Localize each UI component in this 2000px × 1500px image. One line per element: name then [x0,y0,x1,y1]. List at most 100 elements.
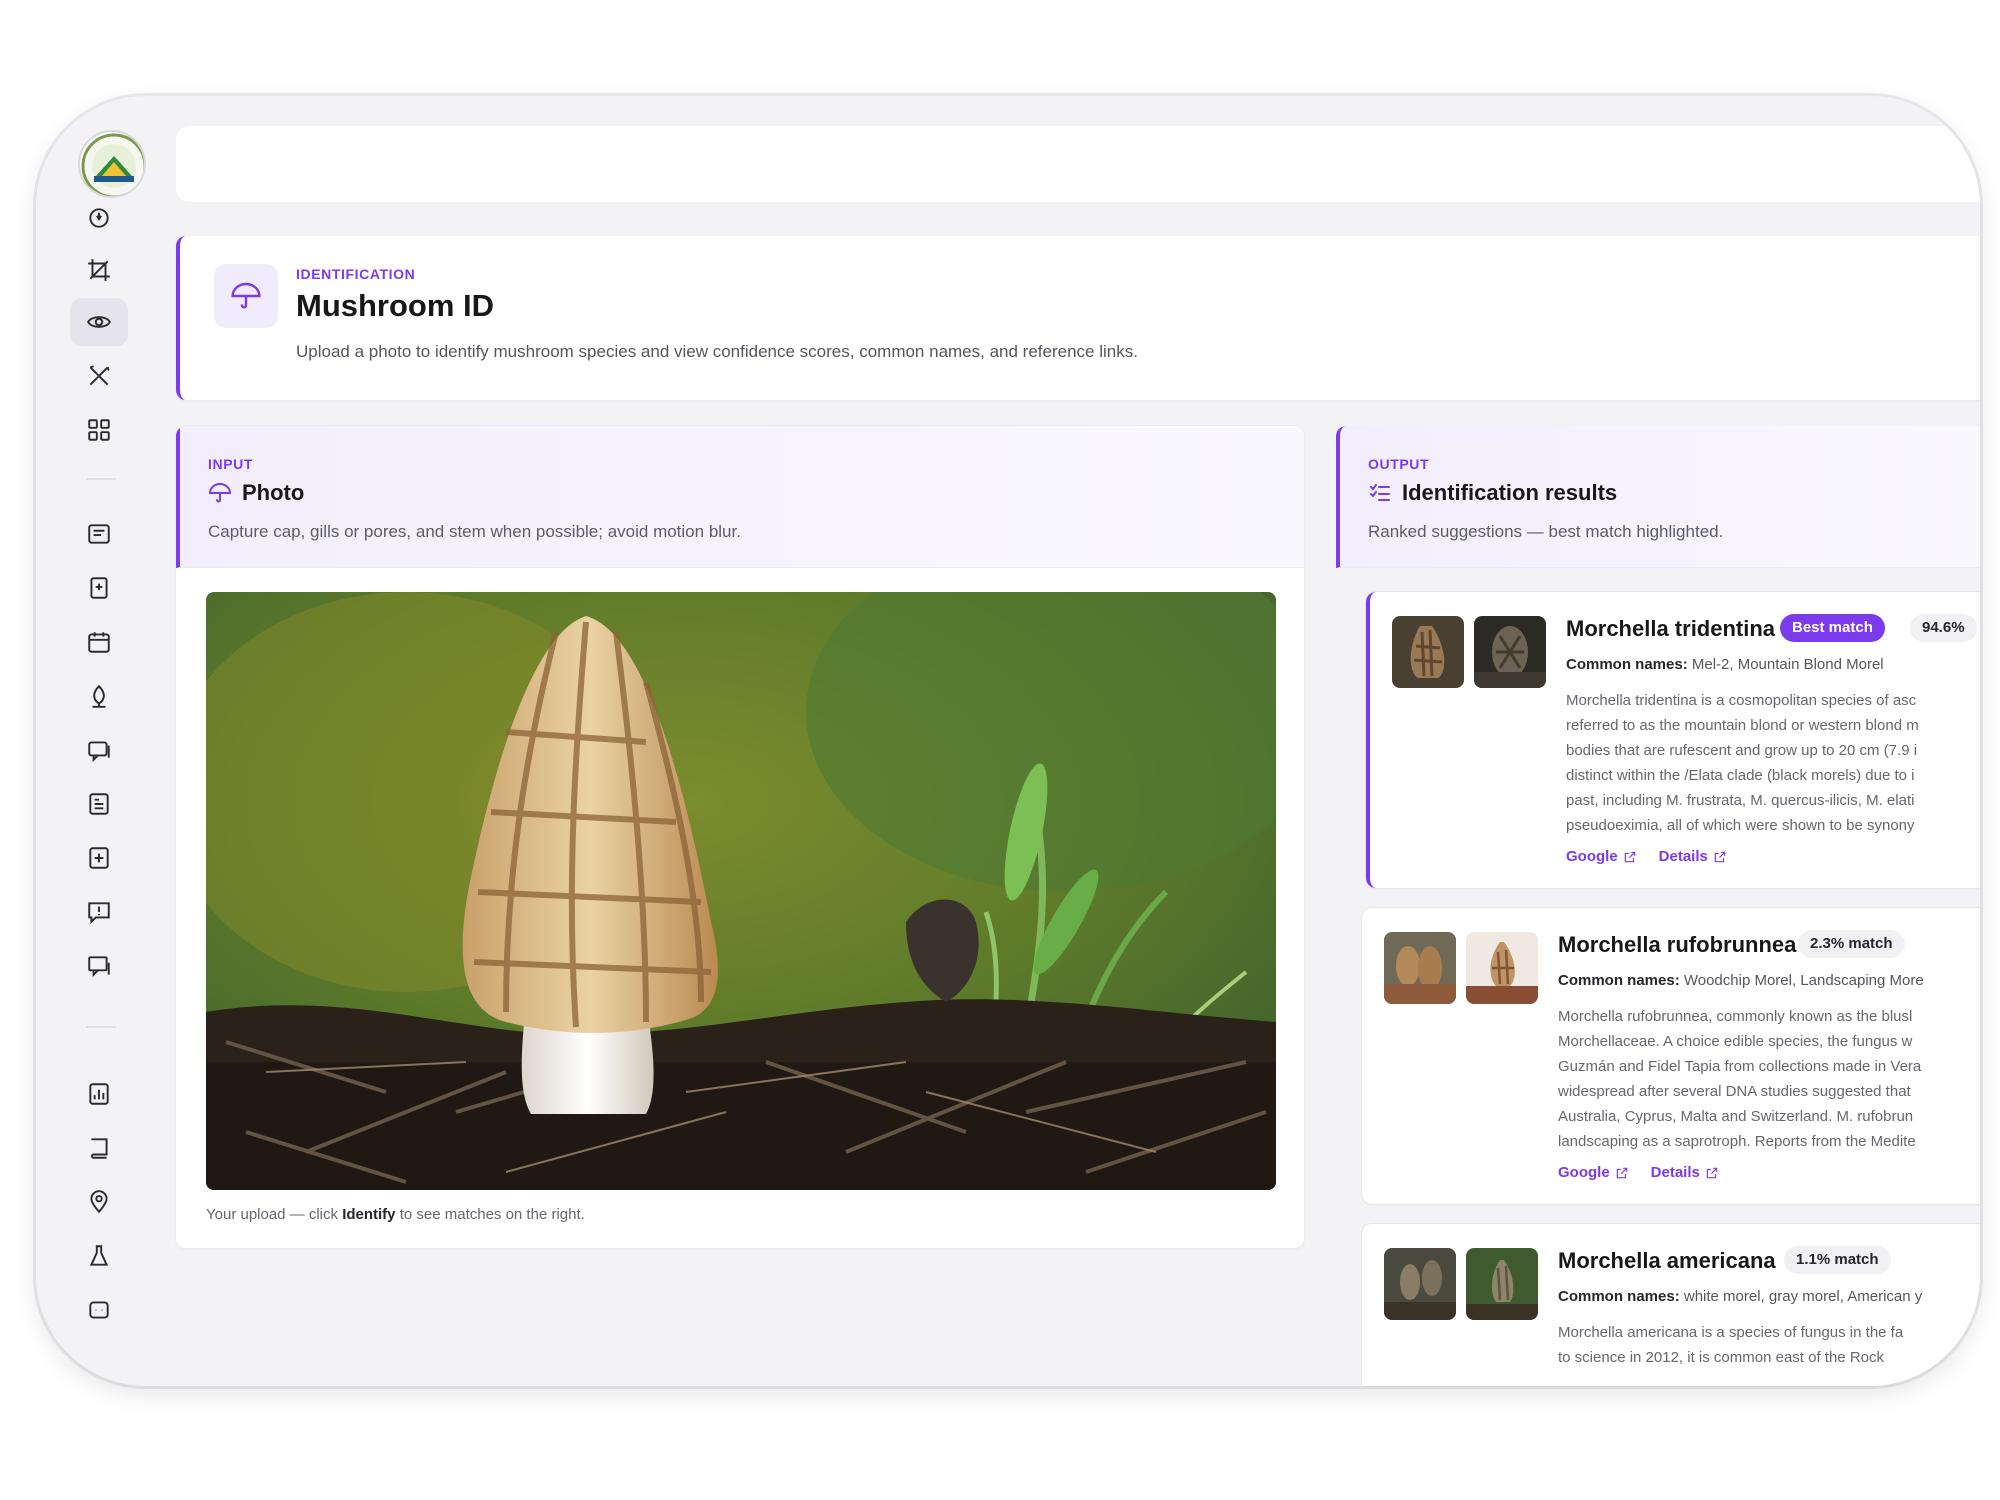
google-link-label[interactable]: Google [1566,848,1618,865]
tools-icon[interactable] [70,352,128,400]
result-thumbnail[interactable] [1466,932,1538,1004]
document-icon[interactable] [70,564,128,612]
output-panel-header: OUTPUT Identification results Ranked sug… [1336,426,1980,568]
caption-text-end: to see matches on the right. [395,1206,585,1223]
result-species-name: Morchella americana [1558,1248,1776,1273]
calendar-icon[interactable] [70,618,128,666]
result-card[interactable]: Morchella americana 1.1% match Common na… [1362,1224,1980,1386]
messages-icon[interactable] [70,726,128,774]
output-panel-description: Ranked suggestions — best match highligh… [1368,522,1724,541]
result-thumbnail[interactable] [1384,1248,1456,1320]
common-names-value: Mel-2, Mountain Blond Morel [1691,656,1884,673]
common-names-label: Common names: [1558,1288,1680,1305]
input-panel: INPUT Photo Capture cap, gills or pores,… [176,426,1304,1248]
description-line: past, including M. frustrata, M. quercus… [1566,792,1915,809]
caption-text: Your upload — click [206,1206,343,1223]
page-eyebrow: IDENTIFICATION [296,266,416,282]
news-icon[interactable] [70,510,128,558]
eye-icon[interactable] [70,298,128,346]
description-line: pseudoeximia, all of which were shown to… [1566,817,1915,834]
output-panel-title: Identification results [1368,480,1617,506]
output-panel: OUTPUT Identification results Ranked sug… [1336,426,1980,1386]
sprout-icon[interactable] [70,672,128,720]
species-description: Morchella americana is a species of fung… [1558,1320,1978,1370]
confidence-badge: 2.3% match [1798,930,1905,958]
sidebar-divider [86,1026,116,1028]
result-thumbnail[interactable] [1474,616,1546,688]
external-link-icon [1706,1167,1718,1178]
report-icon[interactable] [70,780,128,828]
description-line: referred to as the mountain blond or wes… [1566,717,1919,734]
top-bar [176,126,1980,202]
common-names: Common names: Woodchip Morel, Landscapin… [1558,972,1924,989]
result-species-name: Morchella rufobrunnea [1558,932,1797,957]
common-names-label: Common names: [1566,656,1688,673]
page-header-card: IDENTIFICATION Mushroom ID Upload a phot… [176,236,1980,400]
details-link[interactable]: Details [1651,1164,1719,1181]
description-line: Morchellaceae. A choice edible species, … [1558,1033,1913,1050]
common-names-label: Common names: [1558,972,1680,989]
alert-message-icon[interactable] [70,888,128,936]
google-link-label[interactable]: Google [1558,1164,1610,1181]
common-names: Common names: Mel-2, Mountain Blond More… [1566,656,1884,673]
description-line: bodies that are rufescent and grow up to… [1566,742,1918,759]
sidebar-divider [86,478,116,480]
result-species-name: Morchella tridentina [1566,616,1776,641]
description-line: distinct within the /Elata clade (black … [1566,767,1915,784]
organization-logo[interactable] [78,130,146,198]
output-title-label: Identification results [1402,480,1618,505]
best-match-badge: Best match [1780,614,1885,642]
description-line: Australia, Cyprus, Malta and Switzerland… [1558,1108,1914,1125]
input-panel-title: Photo [208,480,304,506]
description-line: Morchella americana is a species of fung… [1558,1324,1904,1341]
description-line: widespread after several DNA studies sug… [1558,1083,1911,1100]
description-line: Guzmán and Fidel Tapia from collections … [1558,1058,1922,1075]
google-link[interactable]: Google [1566,848,1637,865]
crop-icon[interactable] [70,246,128,294]
flask-icon[interactable] [70,1232,128,1280]
result-card-best[interactable]: Morchella tridentina Best match 94.6% Co… [1366,592,1980,888]
result-thumbnail[interactable] [1466,1248,1538,1320]
reference-links: Google Details [1566,848,1727,865]
message-box-icon[interactable] [70,1286,128,1334]
details-link-label[interactable]: Details [1651,1164,1700,1181]
page-description: Upload a photo to identify mushroom spec… [296,342,1138,361]
reference-links: Google Details [1558,1164,1719,1181]
description-line: landscaping as a saprotroph. Reports fro… [1558,1133,1916,1150]
umbrella-icon [208,483,232,503]
input-panel-header: INPUT Photo Capture cap, gills or pores,… [176,426,1304,568]
result-thumbnail[interactable] [1392,616,1464,688]
result-thumbnail[interactable] [1384,932,1456,1004]
confidence-badge: 94.6% [1910,614,1977,642]
description-line: Morchella rufobrunnea, commonly known as… [1558,1008,1913,1025]
input-title-label: Photo [242,480,305,505]
add-file-icon[interactable] [70,834,128,882]
device-frame: IDENTIFICATION Mushroom ID Upload a phot… [36,96,1980,1386]
external-link-icon [1616,1167,1627,1178]
chat-icon[interactable] [70,942,128,990]
common-names-value: white morel, gray morel, American y [1683,1288,1923,1305]
apps-grid-icon[interactable] [70,406,128,454]
photo-caption: Your upload — click Identify to see matc… [206,1206,585,1223]
species-description: Morchella tridentina is a cosmopolitan s… [1566,688,1980,838]
output-eyebrow: OUTPUT [1368,456,1430,472]
details-link-label[interactable]: Details [1659,848,1708,865]
result-card[interactable]: Morchella rufobrunnea 2.3% match Common … [1362,908,1980,1204]
checklist-icon [1370,484,1390,501]
caption-identify: Identify [342,1206,396,1223]
common-names-value: Woodchip Morel, Landscaping More [1683,972,1924,989]
details-link[interactable]: Details [1659,848,1727,865]
power-icon[interactable] [70,194,128,242]
location-pin-icon[interactable] [70,1178,128,1226]
chart-icon[interactable] [70,1070,128,1118]
input-eyebrow: INPUT [208,456,253,472]
description-line: to science in 2012, it is common east of… [1558,1349,1884,1366]
book-icon[interactable] [70,1124,128,1172]
species-description: Morchella rufobrunnea, commonly known as… [1558,1004,1978,1154]
sidebar [36,96,176,1386]
page-title: Mushroom ID [296,288,495,323]
google-link[interactable]: Google [1558,1164,1629,1181]
uploaded-photo[interactable] [206,592,1276,1190]
umbrella-icon [214,264,278,328]
confidence-badge: 1.1% match [1784,1246,1891,1274]
